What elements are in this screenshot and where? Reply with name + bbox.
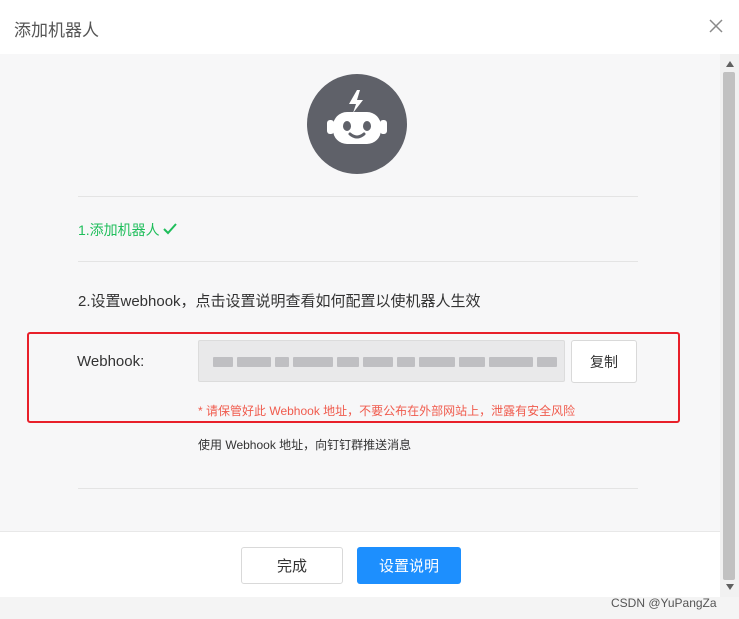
scroll-up-arrow-icon[interactable] bbox=[720, 56, 739, 72]
dialog-header: 添加机器人 bbox=[0, 0, 739, 54]
close-icon[interactable] bbox=[706, 16, 726, 36]
robot-avatar-icon bbox=[307, 74, 407, 174]
step-1-label: 1.添加机器人 bbox=[78, 222, 160, 238]
scroll-down-arrow-icon[interactable] bbox=[720, 579, 739, 595]
scroll-thumb[interactable] bbox=[723, 72, 735, 580]
webhook-label: Webhook: bbox=[77, 353, 145, 370]
security-warning: * 请保管好此 Webhook 地址，不要公布在外部网站上，泄露有安全风险 bbox=[198, 404, 576, 418]
divider bbox=[78, 196, 638, 197]
setup-guide-button[interactable]: 设置说明 bbox=[357, 547, 461, 584]
webhook-usage-hint: 使用 Webhook 地址，向钉钉群推送消息 bbox=[198, 438, 412, 452]
divider bbox=[78, 261, 638, 262]
webhook-url-field[interactable] bbox=[198, 340, 565, 382]
dialog-title: 添加机器人 bbox=[14, 21, 99, 40]
done-button[interactable]: 完成 bbox=[241, 547, 343, 584]
watermark: CSDN @YuPangZa bbox=[611, 596, 717, 610]
check-icon bbox=[162, 222, 178, 239]
footer-divider bbox=[0, 531, 720, 532]
step-1-status: 1.添加机器人 bbox=[78, 220, 178, 240]
copy-button[interactable]: 复制 bbox=[571, 340, 637, 383]
webhook-url-redacted bbox=[213, 357, 557, 367]
step-2-instruction: 2.设置webhook，点击设置说明查看如何配置以使机器人生效 bbox=[78, 293, 481, 310]
vertical-scrollbar[interactable] bbox=[720, 54, 739, 597]
divider bbox=[78, 488, 638, 489]
